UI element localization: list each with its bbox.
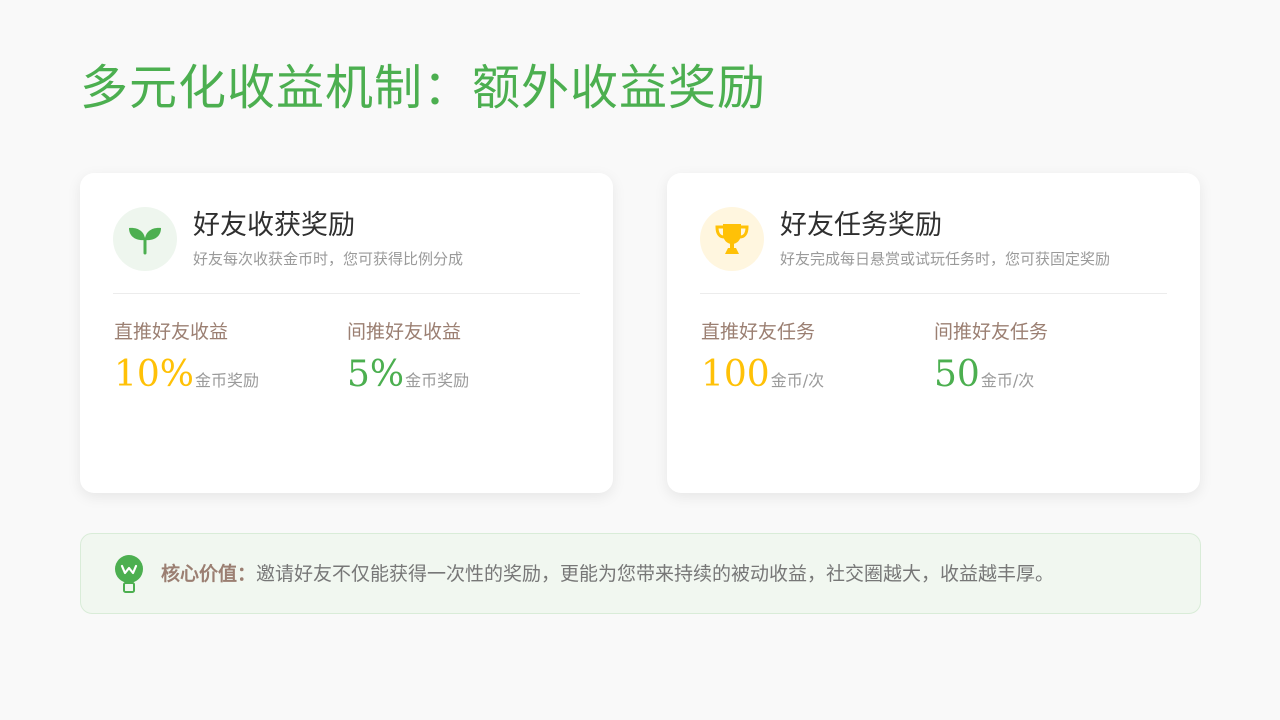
banner-body: 邀请好友不仅能获得一次性的奖励，更能为您带来持续的被动收益，社交圈越大，收益越丰…	[256, 563, 1055, 585]
metric-unit: 金币/次	[770, 371, 825, 390]
card-subtitle: 好友完成每日悬赏或试玩任务时，您可获固定奖励	[780, 250, 1111, 268]
metric-label: 间推好友收益	[347, 321, 462, 343]
metric-value-row: 100 金币/次	[701, 355, 824, 395]
metric-direct-friend-income: 直推好友收益 10% 金币奖励	[114, 319, 259, 395]
card-subtitle: 好友每次收获金币时，您可获得比例分成	[193, 250, 464, 268]
metric-value-row: 50 金币/次	[934, 355, 1048, 395]
metric-label: 直推好友收益	[114, 321, 229, 343]
metric-label: 直推好友任务	[701, 321, 816, 343]
metric-indirect-friend-task: 间推好友任务 50 金币/次	[934, 319, 1048, 395]
lightbulb-icon	[111, 554, 147, 596]
core-value-banner: 核心价值：邀请好友不仅能获得一次性的奖励，更能为您带来持续的被动收益，社交圈越大…	[80, 533, 1201, 614]
metric-value: 10%	[114, 354, 195, 395]
metric-value: 50	[934, 354, 980, 395]
slide: 多元化收益机制：额外收益奖励 好友收获奖励 好友每次收获金币时，您可获得比例分成…	[0, 0, 1280, 720]
metric-unit: 金币/次	[980, 371, 1035, 390]
card-title: 好友收获奖励	[193, 210, 355, 241]
friend-harvest-reward-card: 好友收获奖励 好友每次收获金币时，您可获得比例分成 直推好友收益 10% 金币奖…	[80, 173, 613, 493]
card-divider	[113, 293, 580, 294]
metric-unit: 金币奖励	[405, 371, 470, 390]
card-divider	[700, 293, 1167, 294]
banner-label: 核心价值：	[161, 563, 257, 585]
metric-indirect-friend-income: 间推好友收益 5% 金币奖励	[347, 319, 469, 395]
metric-value-row: 10% 金币奖励	[114, 355, 259, 395]
page-title: 多元化收益机制：额外收益奖励	[80, 60, 767, 116]
metric-direct-friend-task: 直推好友任务 100 金币/次	[701, 319, 824, 395]
metric-value: 100	[701, 354, 770, 395]
metric-value-row: 5% 金币奖励	[347, 355, 469, 395]
sprout-icon	[113, 207, 177, 271]
metric-unit: 金币奖励	[195, 371, 260, 390]
card-title: 好友任务奖励	[780, 210, 942, 241]
friend-task-reward-card: 好友任务奖励 好友完成每日悬赏或试玩任务时，您可获固定奖励 直推好友任务 100…	[667, 173, 1200, 493]
banner-text: 核心价值：邀请好友不仅能获得一次性的奖励，更能为您带来持续的被动收益，社交圈越大…	[161, 560, 1054, 588]
metric-label: 间推好友任务	[934, 321, 1049, 343]
metric-value: 5%	[347, 354, 405, 395]
trophy-icon	[700, 207, 764, 271]
